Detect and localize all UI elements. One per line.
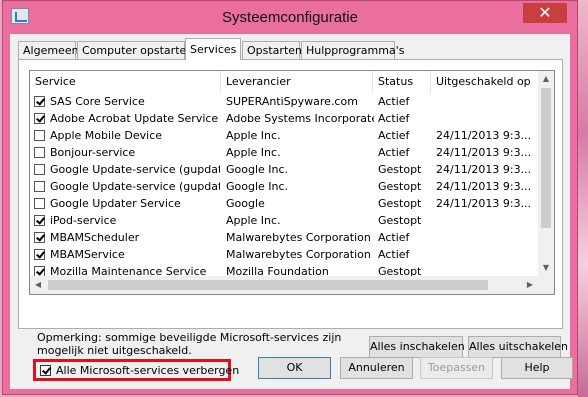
enable-all-button[interactable]: Alles inschakelen	[369, 336, 465, 358]
tab-tools[interactable]: Hulpprogramma's	[301, 41, 404, 59]
service-checkbox[interactable]	[34, 198, 45, 209]
table-row[interactable]: Google Update-service (gupdatem) Google I…	[30, 179, 538, 196]
service-name-cell: Adobe Acrobat Update Service	[50, 112, 219, 125]
close-button[interactable]: ✕	[523, 3, 567, 23]
vertical-scroll-thumb[interactable]	[541, 88, 551, 228]
status-cell: Actief	[378, 129, 410, 142]
tab-boot[interactable]: Computer opstarten	[77, 41, 193, 59]
table-row[interactable]: iPod-service Apple Inc. Gestopt	[30, 213, 538, 230]
table-row[interactable]: Google Updater Service Google Gestopt 24/11…	[30, 196, 538, 213]
service-name-cell: MBAMScheduler	[50, 231, 140, 244]
scroll-down-icon[interactable]: ▼	[538, 260, 554, 276]
checkbox-checked-icon[interactable]	[40, 365, 51, 376]
close-icon: ✕	[538, 3, 552, 22]
vendor-cell: Adobe Systems Incorporated	[226, 112, 374, 125]
vendor-cell: Apple Inc.	[226, 129, 281, 142]
tab-general[interactable]: Algemeen	[18, 41, 79, 59]
service-checkbox[interactable]	[34, 232, 45, 243]
hide-microsoft-services-label[interactable]: Alle Microsoft-services verbergen	[56, 364, 239, 377]
service-name-cell: MBAMService	[50, 248, 125, 261]
service-name-cell: Google Updater Service	[50, 197, 181, 210]
vertical-scrollbar[interactable]: ▲ ▼	[538, 71, 554, 276]
table-row[interactable]: Apple Mobile Device Apple Inc. Actief 24/11…	[30, 128, 538, 145]
vendor-cell: Google	[226, 197, 265, 210]
table-row[interactable]: Adobe Acrobat Update Service Adobe System…	[30, 111, 538, 128]
ok-button[interactable]: OK	[258, 357, 331, 379]
service-checkbox[interactable]	[34, 215, 45, 226]
table-row[interactable]: Google Update-service (gupdate) Google In…	[30, 162, 538, 179]
table-row[interactable]: Bonjour-service Apple Inc. Actief 24/11/201…	[30, 145, 538, 162]
status-cell: Gestopt	[378, 180, 422, 193]
title-bar[interactable]: Systeemconfiguratie ✕	[3, 1, 577, 35]
vendor-cell: Google Inc.	[226, 163, 289, 176]
scroll-up-icon[interactable]: ▲	[538, 71, 554, 87]
horizontal-scrollbar[interactable]: ◀ ▶	[30, 276, 538, 294]
dialog-bottom-edge	[10, 382, 570, 389]
system-configuration-window: Systeemconfiguratie ✕ Algemeen Computer …	[2, 0, 578, 395]
status-cell: Actief	[378, 95, 410, 108]
status-cell: Actief	[378, 248, 410, 261]
vendor-cell: Malwarebytes Corporation	[226, 248, 371, 261]
disable-all-button[interactable]: Alles uitschakelen	[468, 336, 568, 358]
service-checkbox[interactable]	[34, 181, 45, 192]
status-cell: Actief	[378, 146, 410, 159]
column-header-service[interactable]: Service	[30, 71, 221, 93]
column-header-disabled-on[interactable]: Uitgeschakeld op	[431, 71, 538, 93]
service-name-cell: Bonjour-service	[50, 146, 136, 159]
vendor-cell: SUPERAntiSpyware.com	[226, 95, 358, 108]
vendor-cell: Apple Inc.	[226, 146, 281, 159]
window-title: Systeemconfiguratie	[222, 9, 358, 26]
services-list[interactable]: Service Leverancier Status Uitgeschakeld…	[29, 70, 555, 295]
column-header-status[interactable]: Status	[373, 71, 431, 93]
status-cell: Gestopt	[378, 163, 422, 176]
scrollbar-corner	[538, 276, 554, 294]
status-cell: Actief	[378, 231, 410, 244]
vendor-cell: Google Inc.	[226, 180, 289, 193]
service-name-cell: iPod-service	[50, 214, 117, 227]
scroll-right-icon[interactable]: ▶	[522, 277, 538, 293]
hide-microsoft-services-checkbox[interactable]: Alle Microsoft-services verbergen	[33, 359, 239, 381]
cancel-button[interactable]: Annuleren	[340, 357, 413, 379]
scroll-left-icon[interactable]: ◀	[30, 277, 46, 293]
table-row[interactable]: SAS Core Service SUPERAntiSpyware.com Acti…	[30, 94, 538, 111]
desktop-background	[578, 0, 588, 397]
disabled-on-cell: 24/11/2013 9:3...	[436, 197, 532, 210]
apply-button: Toepassen	[420, 357, 493, 379]
service-name-cell: Apple Mobile Device	[50, 129, 163, 142]
column-header-vendor[interactable]: Leverancier	[221, 71, 373, 93]
tab-startup[interactable]: Opstarten	[242, 41, 302, 59]
dialog-client-area: Algemeen Computer opstarten Services Ops…	[10, 34, 573, 389]
service-checkbox[interactable]	[34, 96, 45, 107]
table-row[interactable]: MBAMScheduler Malwarebytes Corporation Act…	[30, 230, 538, 247]
disabled-on-cell: 24/11/2013 9:3...	[436, 163, 532, 176]
service-checkbox[interactable]	[34, 113, 45, 124]
vendor-cell: Apple Inc.	[226, 214, 281, 227]
help-button[interactable]: Help	[501, 357, 573, 379]
service-checkbox[interactable]	[34, 147, 45, 158]
service-checkbox[interactable]	[34, 249, 45, 260]
service-name-cell: Google Update-service (gupdate)	[50, 163, 220, 176]
status-cell: Actief	[378, 112, 410, 125]
status-cell: Gestopt	[378, 197, 422, 210]
tab-services[interactable]: Services	[185, 38, 241, 60]
microsoft-services-remark: Opmerking: sommige beveiligde Microsoft-…	[37, 331, 342, 357]
service-name-cell: SAS Core Service	[50, 95, 145, 108]
disabled-on-cell: 24/11/2013 9:3...	[436, 180, 532, 193]
horizontal-scroll-thumb[interactable]	[48, 280, 488, 290]
status-cell: Gestopt	[378, 214, 422, 227]
table-row[interactable]: MBAMService Malwarebytes Corporation Actie…	[30, 247, 538, 264]
service-checkbox[interactable]	[34, 130, 45, 141]
service-name-cell: Google Update-service (gupdatem)	[50, 180, 220, 193]
vendor-cell: Malwarebytes Corporation	[226, 231, 371, 244]
disabled-on-cell: 24/11/2013 9:3...	[436, 146, 532, 159]
disabled-on-cell: 24/11/2013 9:3...	[436, 129, 532, 142]
service-checkbox[interactable]	[34, 164, 45, 175]
